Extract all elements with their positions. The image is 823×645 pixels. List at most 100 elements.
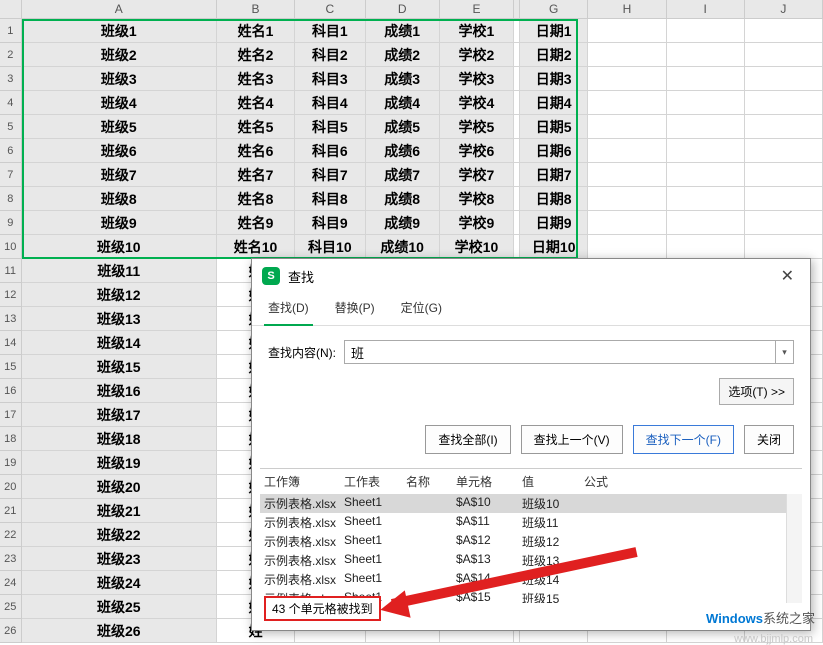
cell[interactable]: 班级5	[22, 115, 217, 139]
cell[interactable]: 班级11	[22, 259, 217, 283]
cell[interactable]: 班级1	[22, 19, 217, 43]
cell[interactable]	[667, 19, 745, 43]
cell[interactable]	[588, 163, 666, 187]
column-header[interactable]: D	[366, 0, 440, 19]
cell[interactable]: 班级13	[22, 307, 217, 331]
row-header[interactable]: 24	[0, 571, 22, 595]
cell[interactable]: 成绩10	[366, 235, 440, 259]
cell[interactable]	[667, 211, 745, 235]
cell[interactable]: 姓名2	[217, 43, 295, 67]
cell[interactable]: 成绩4	[366, 91, 440, 115]
cell[interactable]	[588, 67, 666, 91]
row-header[interactable]: 20	[0, 475, 22, 499]
cell[interactable]: 科目1	[295, 19, 365, 43]
cell[interactable]	[667, 115, 745, 139]
cell[interactable]: 科目5	[295, 115, 365, 139]
cell[interactable]: 班级15	[22, 355, 217, 379]
row-header[interactable]: 22	[0, 523, 22, 547]
cell[interactable]: 班级8	[22, 187, 217, 211]
col-value[interactable]: 值	[522, 473, 584, 490]
row-header[interactable]: 14	[0, 331, 22, 355]
cell[interactable]: 科目6	[295, 139, 365, 163]
cell[interactable]: 科目2	[295, 43, 365, 67]
cell[interactable]	[667, 163, 745, 187]
cell[interactable]: 班级19	[22, 451, 217, 475]
column-header[interactable]: G	[520, 0, 588, 19]
column-header[interactable]: I	[667, 0, 745, 19]
row-header[interactable]: 2	[0, 43, 22, 67]
row-header[interactable]: 26	[0, 619, 22, 643]
result-row[interactable]: 示例表格.xlsxSheet1$A$11班级11	[260, 513, 802, 532]
cell[interactable]: 科目3	[295, 67, 365, 91]
column-header[interactable]: E	[440, 0, 514, 19]
cell[interactable]	[745, 67, 823, 91]
cell[interactable]: 班级17	[22, 403, 217, 427]
cell[interactable]: 姓名6	[217, 139, 295, 163]
cell[interactable]: 成绩8	[366, 187, 440, 211]
col-name[interactable]: 名称	[406, 473, 456, 490]
cell[interactable]: 科目4	[295, 91, 365, 115]
cell[interactable]	[588, 91, 666, 115]
cell[interactable]: 姓名5	[217, 115, 295, 139]
cell[interactable]: 班级6	[22, 139, 217, 163]
close-button[interactable]: 关闭	[744, 425, 794, 454]
row-header[interactable]: 4	[0, 91, 22, 115]
cell[interactable]	[588, 235, 666, 259]
cell[interactable]	[745, 91, 823, 115]
cell[interactable]: 成绩1	[366, 19, 440, 43]
cell[interactable]: 科目7	[295, 163, 365, 187]
cell[interactable]	[745, 139, 823, 163]
cell[interactable]: 成绩5	[366, 115, 440, 139]
row-header[interactable]: 16	[0, 379, 22, 403]
cell[interactable]: 姓名1	[217, 19, 295, 43]
row-header[interactable]: 25	[0, 595, 22, 619]
cell[interactable]: 班级25	[22, 595, 217, 619]
cell[interactable]: 班级16	[22, 379, 217, 403]
cell[interactable]	[667, 187, 745, 211]
cell[interactable]: 学校2	[440, 43, 514, 67]
cell[interactable]: 学校5	[440, 115, 514, 139]
cell[interactable]: 学校3	[440, 67, 514, 91]
col-workbook[interactable]: 工作簿	[264, 473, 344, 490]
cell[interactable]: 成绩7	[366, 163, 440, 187]
close-icon[interactable]: ✕	[775, 264, 800, 288]
cell[interactable]	[745, 163, 823, 187]
cell[interactable]: 学校8	[440, 187, 514, 211]
find-prev-button[interactable]: 查找上一个(V)	[521, 425, 623, 454]
cell[interactable]: 日期8	[520, 187, 588, 211]
row-header[interactable]: 23	[0, 547, 22, 571]
cell[interactable]: 学校1	[440, 19, 514, 43]
cell[interactable]: 学校9	[440, 211, 514, 235]
dialog-titlebar[interactable]: S 查找 ✕	[252, 259, 810, 293]
cell[interactable]: 姓名3	[217, 67, 295, 91]
row-header[interactable]: 15	[0, 355, 22, 379]
row-header[interactable]: 13	[0, 307, 22, 331]
cell[interactable]: 班级20	[22, 475, 217, 499]
cell[interactable]: 科目10	[295, 235, 365, 259]
column-header[interactable]: C	[295, 0, 365, 19]
cell[interactable]: 学校4	[440, 91, 514, 115]
cell[interactable]: 班级7	[22, 163, 217, 187]
row-header[interactable]: 10	[0, 235, 22, 259]
search-input[interactable]	[344, 340, 776, 364]
cell[interactable]	[667, 91, 745, 115]
cell[interactable]: 班级26	[22, 619, 217, 643]
find-all-button[interactable]: 查找全部(I)	[425, 425, 510, 454]
cell[interactable]	[667, 139, 745, 163]
column-header[interactable]: H	[588, 0, 666, 19]
cell[interactable]: 姓名7	[217, 163, 295, 187]
cell[interactable]	[745, 43, 823, 67]
row-header[interactable]: 5	[0, 115, 22, 139]
row-header[interactable]: 1	[0, 19, 22, 43]
row-header[interactable]: 6	[0, 139, 22, 163]
cell[interactable]: 学校10	[440, 235, 514, 259]
cell[interactable]	[588, 139, 666, 163]
row-header[interactable]: 7	[0, 163, 22, 187]
column-header[interactable]: A	[22, 0, 217, 19]
row-header[interactable]: 21	[0, 499, 22, 523]
cell[interactable]: 姓名10	[217, 235, 295, 259]
row-header[interactable]: 9	[0, 211, 22, 235]
cell[interactable]	[588, 19, 666, 43]
cell[interactable]: 班级2	[22, 43, 217, 67]
result-row[interactable]: 示例表格.xlsxSheet1$A$14班级14	[260, 570, 802, 589]
